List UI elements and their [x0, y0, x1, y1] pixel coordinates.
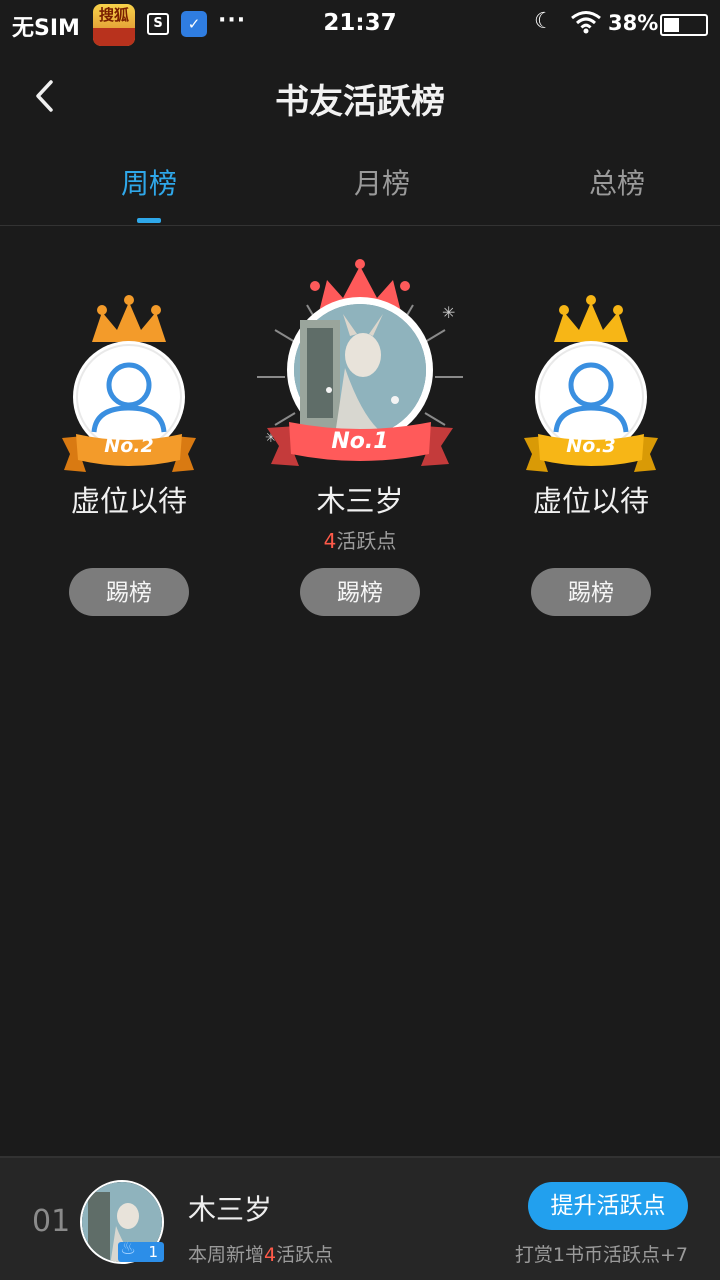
activity-points: 4活跃点 [245, 525, 475, 554]
page-title: 书友活跃榜 [275, 82, 445, 122]
top-three-podium: No.2 虚位以待 踢榜 ✳ ✳ No.1 木三岁 4活跃点 踢榜 No.3 虚… [0, 250, 720, 630]
wifi-icon [570, 10, 602, 38]
rank-second-slot: No.2 虚位以待 踢榜 [14, 250, 244, 630]
level-badge: ♨ 1 [118, 1238, 164, 1262]
rank-first-slot: ✳ ✳ No.1 木三岁 4活跃点 踢榜 [245, 250, 475, 630]
my-rank-number: 01 [32, 1204, 71, 1239]
battery-percent: 38% [608, 11, 659, 35]
user-name: 虚位以待 [532, 484, 649, 518]
battery-fill [664, 18, 679, 32]
points-suffix: 活跃点 [336, 529, 397, 553]
my-rank-bar: 01 ♨ 1 木三岁 本周新增4活跃点 提升活跃点 打赏1书币活跃点+7 [0, 1156, 720, 1280]
weekly-value: 4 [264, 1244, 277, 1266]
sparkle-icon: ✳ [442, 303, 455, 322]
tab-weekly[interactable]: 周榜 [59, 162, 239, 202]
rank-label: No.2 [104, 435, 154, 457]
user-name: 木三岁 [316, 484, 404, 518]
tab-monthly[interactable]: 月榜 [292, 162, 472, 202]
rank-third-slot: No.3 虚位以待 踢榜 [476, 250, 706, 630]
crown-icon [92, 295, 166, 342]
kick-button[interactable]: 踢榜 [531, 568, 651, 616]
my-name: 木三岁 [188, 1193, 273, 1226]
level-value: 1 [148, 1243, 158, 1261]
moon-icon: ☾ [534, 9, 554, 34]
kick-button[interactable]: 踢榜 [300, 568, 420, 616]
rank-period-tabs: 周榜 月榜 总榜 [0, 142, 720, 226]
crown-icon [554, 295, 628, 342]
weekly-suffix: 活跃点 [276, 1244, 334, 1266]
active-tab-indicator [137, 218, 161, 223]
battery-icon [660, 14, 708, 36]
user-avatar-image [294, 304, 426, 436]
nav-header: 书友活跃榜 [0, 50, 720, 142]
flame-icon: ♨ [120, 1238, 137, 1259]
status-bar: 无SIM 搜狐 S ✓ ··· 21:37 ☾ 38% [0, 0, 720, 50]
boost-activity-button[interactable]: 提升活跃点 [528, 1182, 688, 1230]
weekly-points: 本周新增4活跃点 [188, 1240, 333, 1267]
points-value: 4 [323, 529, 337, 553]
rank-label: No.1 [331, 429, 389, 454]
tab-total[interactable]: 总榜 [527, 162, 707, 202]
user-name: 虚位以待 [70, 484, 187, 518]
rank-label: No.3 [566, 435, 616, 457]
weekly-prefix: 本周新增 [188, 1244, 265, 1266]
kick-button[interactable]: 踢榜 [69, 568, 189, 616]
reward-note: 打赏1书币活跃点+7 [514, 1244, 688, 1266]
